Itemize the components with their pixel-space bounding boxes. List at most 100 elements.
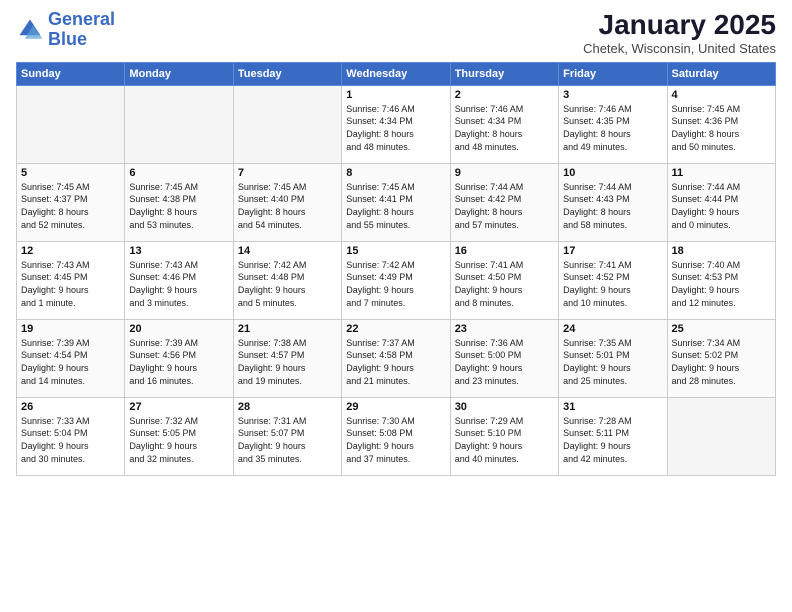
day-info: Sunrise: 7:39 AM Sunset: 4:56 PM Dayligh…: [129, 337, 228, 387]
day-cell: 12 Sunrise: 7:43 AM Sunset: 4:45 PM Dayli…: [17, 241, 125, 319]
day-number: 21: [238, 323, 337, 335]
day-number: 28: [238, 401, 337, 413]
calendar-subtitle: Chetek, Wisconsin, United States: [583, 41, 776, 56]
day-cell: 25 Sunrise: 7:34 AM Sunset: 5:02 PM Dayli…: [667, 319, 775, 397]
day-info: Sunrise: 7:32 AM Sunset: 5:05 PM Dayligh…: [129, 415, 228, 465]
day-cell: 28 Sunrise: 7:31 AM Sunset: 5:07 PM Dayli…: [233, 397, 341, 475]
day-info: Sunrise: 7:28 AM Sunset: 5:11 PM Dayligh…: [563, 415, 662, 465]
day-info: Sunrise: 7:45 AM Sunset: 4:41 PM Dayligh…: [346, 181, 445, 231]
week-row-2: 5Sunrise: 7:45 AM Sunset: 4:37 PM Daylig…: [17, 163, 776, 241]
day-number: 23: [455, 323, 554, 335]
day-number: 4: [672, 89, 771, 101]
day-cell: 5Sunrise: 7:45 AM Sunset: 4:37 PM Daylig…: [17, 163, 125, 241]
day-number: 19: [21, 323, 120, 335]
day-number: 7: [238, 167, 337, 179]
day-cell: 6 Sunrise: 7:45 AM Sunset: 4:38 PM Daylig…: [125, 163, 233, 241]
weekday-header-row: SundayMondayTuesdayWednesdayThursdayFrid…: [17, 62, 776, 85]
week-row-5: 26 Sunrise: 7:33 AM Sunset: 5:04 PM Dayli…: [17, 397, 776, 475]
day-number: 30: [455, 401, 554, 413]
day-cell: 19 Sunrise: 7:39 AM Sunset: 4:54 PM Dayli…: [17, 319, 125, 397]
day-info: Sunrise: 7:43 AM Sunset: 4:45 PM Dayligh…: [21, 259, 120, 309]
day-cell: 31 Sunrise: 7:28 AM Sunset: 5:11 PM Dayli…: [559, 397, 667, 475]
day-cell: 17Sunrise: 7:41 AM Sunset: 4:52 PM Dayli…: [559, 241, 667, 319]
day-number: 12: [21, 245, 120, 257]
day-info: Sunrise: 7:45 AM Sunset: 4:37 PM Dayligh…: [21, 181, 120, 231]
day-info: Sunrise: 7:43 AM Sunset: 4:46 PM Dayligh…: [129, 259, 228, 309]
day-info: Sunrise: 7:46 AM Sunset: 4:34 PM Dayligh…: [346, 103, 445, 153]
day-info: Sunrise: 7:41 AM Sunset: 4:50 PM Dayligh…: [455, 259, 554, 309]
day-info: Sunrise: 7:44 AM Sunset: 4:42 PM Dayligh…: [455, 181, 554, 231]
day-cell: 14 Sunrise: 7:42 AM Sunset: 4:48 PM Dayli…: [233, 241, 341, 319]
logo-line2: Blue: [48, 29, 87, 49]
week-row-1: 1 Sunrise: 7:46 AM Sunset: 4:34 PM Daylig…: [17, 85, 776, 163]
weekday-thursday: Thursday: [450, 62, 558, 85]
day-cell: 13 Sunrise: 7:43 AM Sunset: 4:46 PM Dayli…: [125, 241, 233, 319]
day-number: 1: [346, 89, 445, 101]
day-cell: 8 Sunrise: 7:45 AM Sunset: 4:41 PM Daylig…: [342, 163, 450, 241]
day-number: 25: [672, 323, 771, 335]
header: General Blue January 2025 Chetek, Wiscon…: [16, 10, 776, 56]
day-number: 16: [455, 245, 554, 257]
day-info: Sunrise: 7:42 AM Sunset: 4:49 PM Dayligh…: [346, 259, 445, 309]
day-cell: 20 Sunrise: 7:39 AM Sunset: 4:56 PM Dayli…: [125, 319, 233, 397]
day-number: 15: [346, 245, 445, 257]
day-cell: [17, 85, 125, 163]
day-cell: 1 Sunrise: 7:46 AM Sunset: 4:34 PM Daylig…: [342, 85, 450, 163]
day-cell: [233, 85, 341, 163]
day-info: Sunrise: 7:42 AM Sunset: 4:48 PM Dayligh…: [238, 259, 337, 309]
logo-icon: [16, 16, 44, 44]
day-cell: 22Sunrise: 7:37 AM Sunset: 4:58 PM Dayli…: [342, 319, 450, 397]
day-number: 8: [346, 167, 445, 179]
day-number: 17: [563, 245, 662, 257]
day-number: 20: [129, 323, 228, 335]
day-cell: 15 Sunrise: 7:42 AM Sunset: 4:49 PM Dayli…: [342, 241, 450, 319]
day-cell: 24 Sunrise: 7:35 AM Sunset: 5:01 PM Dayli…: [559, 319, 667, 397]
day-info: Sunrise: 7:44 AM Sunset: 4:43 PM Dayligh…: [563, 181, 662, 231]
day-info: Sunrise: 7:45 AM Sunset: 4:36 PM Dayligh…: [672, 103, 771, 153]
day-cell: 11Sunrise: 7:44 AM Sunset: 4:44 PM Dayli…: [667, 163, 775, 241]
calendar-table: SundayMondayTuesdayWednesdayThursdayFrid…: [16, 62, 776, 476]
day-cell: 21 Sunrise: 7:38 AM Sunset: 4:57 PM Dayli…: [233, 319, 341, 397]
day-info: Sunrise: 7:34 AM Sunset: 5:02 PM Dayligh…: [672, 337, 771, 387]
day-number: 9: [455, 167, 554, 179]
day-info: Sunrise: 7:45 AM Sunset: 4:38 PM Dayligh…: [129, 181, 228, 231]
day-cell: 10 Sunrise: 7:44 AM Sunset: 4:43 PM Dayli…: [559, 163, 667, 241]
weekday-sunday: Sunday: [17, 62, 125, 85]
day-cell: [667, 397, 775, 475]
day-cell: 9 Sunrise: 7:44 AM Sunset: 4:42 PM Daylig…: [450, 163, 558, 241]
day-info: Sunrise: 7:39 AM Sunset: 4:54 PM Dayligh…: [21, 337, 120, 387]
day-info: Sunrise: 7:29 AM Sunset: 5:10 PM Dayligh…: [455, 415, 554, 465]
day-number: 3: [563, 89, 662, 101]
day-cell: 4 Sunrise: 7:45 AM Sunset: 4:36 PM Daylig…: [667, 85, 775, 163]
day-cell: 2Sunrise: 7:46 AM Sunset: 4:34 PM Daylig…: [450, 85, 558, 163]
day-number: 27: [129, 401, 228, 413]
day-cell: 7Sunrise: 7:45 AM Sunset: 4:40 PM Daylig…: [233, 163, 341, 241]
weekday-saturday: Saturday: [667, 62, 775, 85]
day-info: Sunrise: 7:31 AM Sunset: 5:07 PM Dayligh…: [238, 415, 337, 465]
week-row-3: 12 Sunrise: 7:43 AM Sunset: 4:45 PM Dayli…: [17, 241, 776, 319]
day-number: 24: [563, 323, 662, 335]
day-number: 6: [129, 167, 228, 179]
day-number: 26: [21, 401, 120, 413]
day-cell: 27 Sunrise: 7:32 AM Sunset: 5:05 PM Dayli…: [125, 397, 233, 475]
day-cell: 3 Sunrise: 7:46 AM Sunset: 4:35 PM Daylig…: [559, 85, 667, 163]
day-number: 18: [672, 245, 771, 257]
day-number: 10: [563, 167, 662, 179]
day-info: Sunrise: 7:44 AM Sunset: 4:44 PM Dayligh…: [672, 181, 771, 231]
day-cell: 23 Sunrise: 7:36 AM Sunset: 5:00 PM Dayli…: [450, 319, 558, 397]
day-number: 22: [346, 323, 445, 335]
weekday-wednesday: Wednesday: [342, 62, 450, 85]
day-number: 29: [346, 401, 445, 413]
weekday-monday: Monday: [125, 62, 233, 85]
day-number: 31: [563, 401, 662, 413]
title-block: January 2025 Chetek, Wisconsin, United S…: [583, 10, 776, 56]
day-info: Sunrise: 7:33 AM Sunset: 5:04 PM Dayligh…: [21, 415, 120, 465]
day-info: Sunrise: 7:35 AM Sunset: 5:01 PM Dayligh…: [563, 337, 662, 387]
day-info: Sunrise: 7:36 AM Sunset: 5:00 PM Dayligh…: [455, 337, 554, 387]
day-cell: 18Sunrise: 7:40 AM Sunset: 4:53 PM Dayli…: [667, 241, 775, 319]
day-info: Sunrise: 7:46 AM Sunset: 4:35 PM Dayligh…: [563, 103, 662, 153]
day-cell: [125, 85, 233, 163]
day-number: 13: [129, 245, 228, 257]
day-info: Sunrise: 7:38 AM Sunset: 4:57 PM Dayligh…: [238, 337, 337, 387]
day-number: 14: [238, 245, 337, 257]
